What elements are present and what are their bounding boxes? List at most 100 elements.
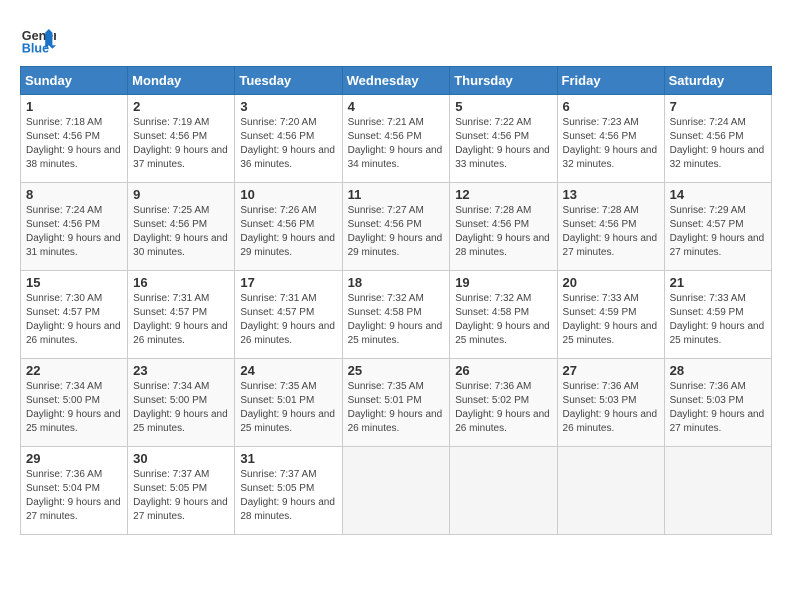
calendar-cell: 17 Sunrise: 7:31 AMSunset: 4:57 PMDayligh… xyxy=(235,271,342,359)
empty-cell xyxy=(664,447,771,535)
calendar-cell: 31Sunrise: 7:37 AMSunset: 5:05 PMDayligh… xyxy=(235,447,342,535)
day-number: 6 xyxy=(563,99,659,114)
day-number: 14 xyxy=(670,187,766,202)
day-number: 17 xyxy=(240,275,336,290)
calendar-cell: 26Sunrise: 7:36 AMSunset: 5:02 PMDayligh… xyxy=(450,359,557,447)
day-of-week-header: Wednesday xyxy=(342,67,450,95)
day-info: Sunrise: 7:24 AMSunset: 4:56 PMDaylight:… xyxy=(670,116,766,172)
day-info: Sunrise: 7:35 AMSunset: 5:01 PMDaylight:… xyxy=(240,380,336,436)
day-info: Sunrise: 7:36 AMSunset: 5:02 PMDaylight:… xyxy=(455,380,551,436)
day-info: Sunrise: 7:21 AMSunset: 4:56 PMDaylight:… xyxy=(348,116,445,172)
day-info: Sunrise: 7:36 AMSunset: 5:03 PMDaylight:… xyxy=(670,380,766,436)
calendar-cell: 5 Sunrise: 7:22 AMSunset: 4:56 PMDaylight… xyxy=(450,95,557,183)
calendar-cell: 22 Sunrise: 7:34 AMSunset: 5:00 PMDayligh… xyxy=(21,359,128,447)
day-info: Sunrise: 7:34 AMSunset: 5:00 PMDaylight:… xyxy=(26,380,122,436)
day-number: 11 xyxy=(348,187,445,202)
day-number: 8 xyxy=(26,187,122,202)
calendar-cell: 8Sunrise: 7:24 AMSunset: 4:56 PMDaylight… xyxy=(21,183,128,271)
calendar-cell: 13 Sunrise: 7:28 AMSunset: 4:56 PMDayligh… xyxy=(557,183,664,271)
calendar-week-row: 8Sunrise: 7:24 AMSunset: 4:56 PMDaylight… xyxy=(21,183,772,271)
calendar-table: SundayMondayTuesdayWednesdayThursdayFrid… xyxy=(20,66,772,535)
calendar-cell: 27Sunrise: 7:36 AMSunset: 5:03 PMDayligh… xyxy=(557,359,664,447)
days-of-week-row: SundayMondayTuesdayWednesdayThursdayFrid… xyxy=(21,67,772,95)
logo-icon: General Blue xyxy=(20,20,56,56)
calendar-cell: 16 Sunrise: 7:31 AMSunset: 4:57 PMDayligh… xyxy=(128,271,235,359)
day-number: 25 xyxy=(348,363,445,378)
day-info: Sunrise: 7:18 AMSunset: 4:56 PMDaylight:… xyxy=(26,116,122,172)
day-of-week-header: Monday xyxy=(128,67,235,95)
day-info: Sunrise: 7:37 AMSunset: 5:05 PMDaylight:… xyxy=(133,468,229,524)
calendar-cell: 14 Sunrise: 7:29 AMSunset: 4:57 PMDayligh… xyxy=(664,183,771,271)
calendar-cell: 23Sunrise: 7:34 AMSunset: 5:00 PMDayligh… xyxy=(128,359,235,447)
day-info: Sunrise: 7:22 AMSunset: 4:56 PMDaylight:… xyxy=(455,116,551,172)
calendar-cell: 3 Sunrise: 7:20 AMSunset: 4:56 PMDaylight… xyxy=(235,95,342,183)
calendar-cell: 25 Sunrise: 7:35 AMSunset: 5:01 PMDayligh… xyxy=(342,359,450,447)
day-info: Sunrise: 7:33 AMSunset: 4:59 PMDaylight:… xyxy=(670,292,766,348)
day-of-week-header: Saturday xyxy=(664,67,771,95)
day-info: Sunrise: 7:28 AMSunset: 4:56 PMDaylight:… xyxy=(563,204,659,260)
day-number: 2 xyxy=(133,99,229,114)
day-info: Sunrise: 7:36 AMSunset: 5:04 PMDaylight:… xyxy=(26,468,122,524)
day-number: 16 xyxy=(133,275,229,290)
empty-cell xyxy=(450,447,557,535)
day-info: Sunrise: 7:32 AMSunset: 4:58 PMDaylight:… xyxy=(455,292,551,348)
day-number: 29 xyxy=(26,451,122,466)
calendar-cell: 29 Sunrise: 7:36 AMSunset: 5:04 PMDayligh… xyxy=(21,447,128,535)
calendar-cell: 1 Sunrise: 7:18 AMSunset: 4:56 PMDaylight… xyxy=(21,95,128,183)
day-info: Sunrise: 7:33 AMSunset: 4:59 PMDaylight:… xyxy=(563,292,659,348)
day-info: Sunrise: 7:31 AMSunset: 4:57 PMDaylight:… xyxy=(240,292,336,348)
day-info: Sunrise: 7:25 AMSunset: 4:56 PMDaylight:… xyxy=(133,204,229,260)
calendar-week-row: 22 Sunrise: 7:34 AMSunset: 5:00 PMDayligh… xyxy=(21,359,772,447)
svg-text:Blue: Blue xyxy=(22,41,49,55)
day-info: Sunrise: 7:26 AMSunset: 4:56 PMDaylight:… xyxy=(240,204,336,260)
empty-cell xyxy=(557,447,664,535)
day-of-week-header: Friday xyxy=(557,67,664,95)
day-info: Sunrise: 7:30 AMSunset: 4:57 PMDaylight:… xyxy=(26,292,122,348)
calendar-week-row: 1 Sunrise: 7:18 AMSunset: 4:56 PMDaylight… xyxy=(21,95,772,183)
calendar-cell: 24Sunrise: 7:35 AMSunset: 5:01 PMDayligh… xyxy=(235,359,342,447)
day-info: Sunrise: 7:32 AMSunset: 4:58 PMDaylight:… xyxy=(348,292,445,348)
day-of-week-header: Sunday xyxy=(21,67,128,95)
day-number: 31 xyxy=(240,451,336,466)
day-info: Sunrise: 7:36 AMSunset: 5:03 PMDaylight:… xyxy=(563,380,659,436)
day-number: 21 xyxy=(670,275,766,290)
day-info: Sunrise: 7:23 AMSunset: 4:56 PMDaylight:… xyxy=(563,116,659,172)
day-number: 5 xyxy=(455,99,551,114)
calendar-cell: 20Sunrise: 7:33 AMSunset: 4:59 PMDayligh… xyxy=(557,271,664,359)
calendar-cell: 30 Sunrise: 7:37 AMSunset: 5:05 PMDayligh… xyxy=(128,447,235,535)
day-number: 30 xyxy=(133,451,229,466)
calendar-cell: 19 Sunrise: 7:32 AMSunset: 4:58 PMDayligh… xyxy=(450,271,557,359)
calendar-cell: 12Sunrise: 7:28 AMSunset: 4:56 PMDayligh… xyxy=(450,183,557,271)
day-info: Sunrise: 7:31 AMSunset: 4:57 PMDaylight:… xyxy=(133,292,229,348)
day-number: 13 xyxy=(563,187,659,202)
day-number: 3 xyxy=(240,99,336,114)
empty-cell xyxy=(342,447,450,535)
calendar-cell: 11 Sunrise: 7:27 AMSunset: 4:56 PMDayligh… xyxy=(342,183,450,271)
day-number: 23 xyxy=(133,363,229,378)
day-number: 1 xyxy=(26,99,122,114)
day-info: Sunrise: 7:20 AMSunset: 4:56 PMDaylight:… xyxy=(240,116,336,172)
calendar-cell: 7 Sunrise: 7:24 AMSunset: 4:56 PMDaylight… xyxy=(664,95,771,183)
day-number: 12 xyxy=(455,187,551,202)
day-of-week-header: Tuesday xyxy=(235,67,342,95)
page-header: General Blue xyxy=(20,20,772,56)
day-number: 22 xyxy=(26,363,122,378)
day-number: 7 xyxy=(670,99,766,114)
day-number: 28 xyxy=(670,363,766,378)
day-info: Sunrise: 7:29 AMSunset: 4:57 PMDaylight:… xyxy=(670,204,766,260)
calendar-cell: 2 Sunrise: 7:19 AMSunset: 4:56 PMDaylight… xyxy=(128,95,235,183)
calendar-cell: 15 Sunrise: 7:30 AMSunset: 4:57 PMDayligh… xyxy=(21,271,128,359)
logo: General Blue xyxy=(20,20,62,56)
day-number: 10 xyxy=(240,187,336,202)
day-info: Sunrise: 7:27 AMSunset: 4:56 PMDaylight:… xyxy=(348,204,445,260)
day-number: 19 xyxy=(455,275,551,290)
calendar-cell: 21 Sunrise: 7:33 AMSunset: 4:59 PMDayligh… xyxy=(664,271,771,359)
calendar-week-row: 29 Sunrise: 7:36 AMSunset: 5:04 PMDayligh… xyxy=(21,447,772,535)
calendar-cell: 18Sunrise: 7:32 AMSunset: 4:58 PMDayligh… xyxy=(342,271,450,359)
calendar-cell: 10 Sunrise: 7:26 AMSunset: 4:56 PMDayligh… xyxy=(235,183,342,271)
day-info: Sunrise: 7:35 AMSunset: 5:01 PMDaylight:… xyxy=(348,380,445,436)
day-info: Sunrise: 7:19 AMSunset: 4:56 PMDaylight:… xyxy=(133,116,229,172)
calendar-cell: 9Sunrise: 7:25 AMSunset: 4:56 PMDaylight… xyxy=(128,183,235,271)
day-of-week-header: Thursday xyxy=(450,67,557,95)
day-number: 15 xyxy=(26,275,122,290)
